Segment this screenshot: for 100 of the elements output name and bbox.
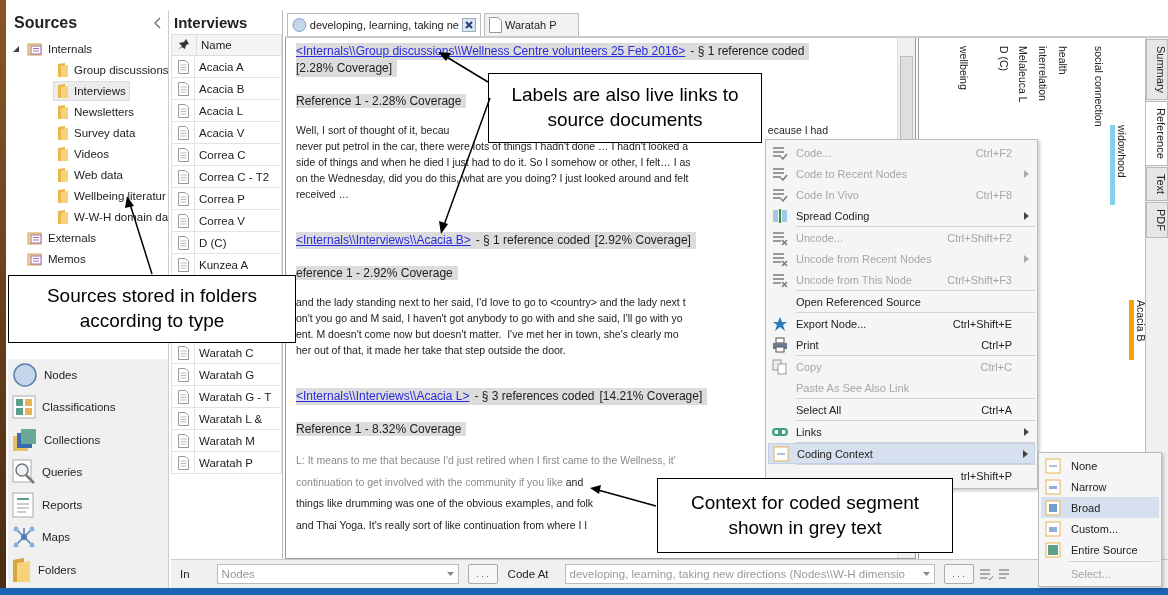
panel-title: Sources <box>14 14 78 32</box>
coded-text: ecause I had <box>767 123 828 138</box>
reference-title: eference 1 - 2.92% Coverage <box>296 266 458 280</box>
view-tab[interactable]: Reference <box>1146 101 1168 166</box>
dropdown-arrow-icon <box>922 572 930 576</box>
nav-item[interactable]: Nodes <box>8 358 168 391</box>
code-icon[interactable] <box>978 567 993 581</box>
browse-button[interactable]: . . . <box>467 564 498 584</box>
coded-text: ent. M doesn't come now but doesn't matter. I've met her in town, she's clearly mo <box>296 327 679 342</box>
lines-icon <box>772 250 788 267</box>
menu-item[interactable]: None <box>1041 455 1159 476</box>
document-icon <box>177 455 189 470</box>
nav-item[interactable]: Classifications <box>8 391 168 424</box>
document-icon <box>177 103 189 118</box>
context-level-icon <box>1045 499 1061 516</box>
stripe-label: widowhood <box>1116 125 1128 178</box>
dropdown-arrow-icon <box>446 572 454 576</box>
menu-item[interactable]: Entire Source <box>1041 539 1159 560</box>
field-label: Code At <box>507 568 549 580</box>
coded-text: and <box>565 474 584 490</box>
tree-item[interactable]: Survey data <box>53 122 140 143</box>
nav-item[interactable]: Reports <box>8 488 168 521</box>
view-tab[interactable]: PDF <box>1146 202 1168 238</box>
uncode-icon[interactable] <box>997 567 1012 581</box>
document-icon <box>177 411 189 426</box>
spread-icon <box>772 207 788 224</box>
tree-item[interactable]: Newsletters <box>53 101 139 122</box>
lines-icon <box>772 186 788 203</box>
document-icon <box>177 433 189 448</box>
expand-arrow-icon[interactable] <box>12 44 20 53</box>
tree-item[interactable]: Externals <box>23 228 100 247</box>
source-link[interactable]: <Internals\\Interviews\\Acacia B> <box>296 232 476 249</box>
menu-item[interactable]: Open Referenced Source <box>768 291 1035 312</box>
menu-item[interactable]: trl+Shift+P <box>960 465 1035 486</box>
lines-icon <box>772 165 788 182</box>
coded-text: things like drumming was one of the obvious examples, and folk <box>296 496 594 511</box>
submenu-arrow-icon <box>1023 449 1028 458</box>
menu-item[interactable]: Coding Context <box>768 443 1035 464</box>
tree-item[interactable]: Web data <box>53 164 127 185</box>
tree-item[interactable]: Videos <box>53 143 113 164</box>
tree-item[interactable]: Interviews <box>53 80 130 101</box>
folder-stack-icon <box>27 41 43 56</box>
document-tab[interactable]: Waratah P <box>484 13 579 36</box>
menu-item[interactable]: Select All Ctrl+A <box>768 399 1035 420</box>
network-icon <box>12 525 36 550</box>
submenu-arrow-icon <box>1024 211 1029 220</box>
printer-icon <box>772 336 788 353</box>
menu-item[interactable]: Export Node... Ctrl+Shift+E <box>768 313 1035 334</box>
document-icon <box>177 59 189 74</box>
circle-icon <box>292 17 307 33</box>
lines-icon <box>772 144 788 161</box>
folder-icon <box>57 82 69 99</box>
nav-item[interactable]: Folders <box>8 553 168 586</box>
reference-summary: - § 1 reference coded <box>690 43 810 60</box>
menu-item[interactable]: Narrow <box>1041 476 1159 497</box>
view-tab[interactable]: Summary <box>1146 39 1168 101</box>
nav-item[interactable]: Queries <box>8 456 168 489</box>
stripe-label: Melaleuca L <box>1017 46 1029 103</box>
folder-icon <box>57 61 69 78</box>
star-icon <box>772 315 788 332</box>
menu-item[interactable]: Broad <box>1041 497 1159 518</box>
document-icon <box>177 389 189 404</box>
menu-item[interactable]: Custom... <box>1041 518 1159 539</box>
field-label: In <box>180 568 190 580</box>
lines-icon <box>772 229 788 246</box>
close-icon[interactable] <box>462 18 476 32</box>
context-level-icon <box>1045 478 1061 495</box>
coded-text: and Thai Yoga. It's really sort of like continuation from where I l <box>296 517 587 533</box>
magnifier-icon <box>12 459 36 486</box>
menu-item[interactable]: Spread Coding <box>768 205 1035 226</box>
tree-item[interactable]: Wellbeing literatur <box>53 185 170 206</box>
folder-icon <box>57 187 69 204</box>
source-link[interactable]: <Internals\\Interviews\\Acacia L> <box>296 388 475 405</box>
document-icon <box>489 17 502 33</box>
document-icon <box>177 147 189 162</box>
tree-item[interactable]: Group discussions <box>53 59 173 80</box>
menu-item[interactable]: Print Ctrl+P <box>768 334 1035 355</box>
coded-text: on't you go and M said, I haven't got anybody to go with and she said, I'll go with yo <box>296 311 683 326</box>
source-link[interactable]: <Internals\\Group discussions\\Wellness Centre volunteers 25 Feb 2016> <box>296 43 691 60</box>
stripe-label: D (C) <box>998 46 1010 72</box>
coded-text: received … <box>296 187 350 202</box>
coded-text: Well, I sort of thought of it, becau <box>296 123 450 138</box>
tree-item[interactable]: Internals <box>23 39 97 58</box>
collapse-icon[interactable] <box>154 17 162 29</box>
document-icon <box>177 81 189 96</box>
tree-item[interactable]: Memos <box>23 249 90 268</box>
view-tab[interactable]: Text <box>1146 166 1168 201</box>
submenu-arrow-icon <box>1024 254 1029 263</box>
folder-icon <box>57 124 69 141</box>
reference-title: Reference 1 - 8.32% Coverage <box>296 422 467 436</box>
link-icon <box>772 426 788 437</box>
copy-icon <box>772 358 788 375</box>
stripe-label: health <box>1057 46 1069 75</box>
nav-item[interactable]: Maps <box>8 521 168 554</box>
nav-item[interactable]: Collections <box>8 423 168 456</box>
coded-text: her out of that, it made her take that step outside the door. <box>296 343 566 358</box>
menu-item[interactable]: Links <box>768 421 1035 442</box>
circle-icon <box>12 361 38 388</box>
browse-button[interactable]: . . . <box>943 564 974 584</box>
document-tab[interactable]: developing, learning, taking ne <box>287 13 481 36</box>
